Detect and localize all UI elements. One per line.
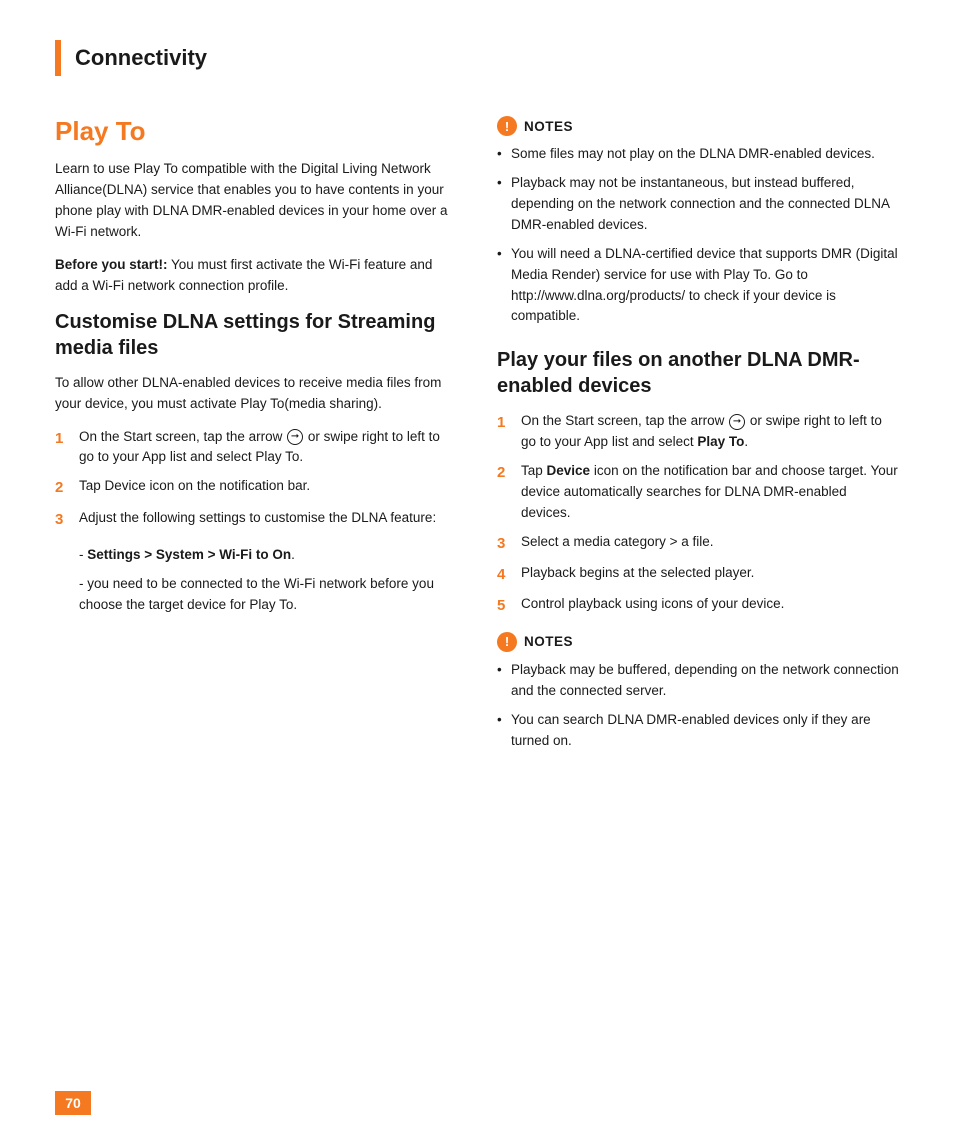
note-1-item-2: Playback may not be instantaneous, but i… [497,173,899,236]
play-step-3-text: Select a media category > a file. [521,532,713,555]
arrow-circle-icon-2: ➞ [729,414,745,430]
play-to-title: Play To [55,116,457,147]
play-to-bold: Play To [697,434,744,449]
step-1-text: On the Start screen, tap the arrow ➞ or … [79,427,457,469]
page-number: 70 [55,1091,91,1115]
step-2-text: Tap Device icon on the notification bar. [79,476,310,499]
play-step-4-text: Playback begins at the selected player. [521,563,754,586]
notes-label-1: NOTES [524,119,573,134]
device-bold: Device [547,463,591,478]
customise-intro: To allow other DLNA-enabled devices to r… [55,373,457,415]
columns: Play To Learn to use Play To compatible … [55,116,899,771]
step-3-text: Adjust the following settings to customi… [79,508,436,531]
header: Connectivity [55,40,899,76]
note-2-item-2: You can search DLNA DMR-enabled devices … [497,710,899,752]
notes-label-2: NOTES [524,634,573,649]
play-step-2: 2 Tap Device icon on the notification ba… [497,461,899,524]
sub-step-1: - Settings > System > Wi-Fi to On. [79,545,457,566]
right-column: ! NOTES Some files may not play on the D… [497,116,899,771]
step-3: 3 Adjust the following settings to custo… [55,508,457,531]
note-1-item-3: You will need a DLNA-certified device th… [497,244,899,328]
sub-steps-list: - Settings > System > Wi-Fi to On. - you… [79,545,457,616]
sub-step-1-bold: Settings > System > Wi-Fi to On [87,547,291,562]
step-2-num: 2 [55,476,71,499]
play-step-5-num: 5 [497,594,513,617]
play-step-3-num: 3 [497,532,513,555]
notes-box-1: ! NOTES Some files may not play on the D… [497,116,899,327]
notes-list-2: Playback may be buffered, depending on t… [497,660,899,752]
play-step-4: 4 Playback begins at the selected player… [497,563,899,586]
play-step-3: 3 Select a media category > a file. [497,532,899,555]
intro-text: Learn to use Play To compatible with the… [55,159,457,243]
play-step-2-num: 2 [497,461,513,524]
notes-icon-2: ! [497,632,517,652]
step-3-num: 3 [55,508,71,531]
play-step-5-text: Control playback using icons of your dev… [521,594,784,617]
header-bar [55,40,61,76]
notes-icon-1: ! [497,116,517,136]
play-files-title: Play your files on another DLNA DMR-enab… [497,347,899,399]
step-1: 1 On the Start screen, tap the arrow ➞ o… [55,427,457,469]
note-2-item-1: Playback may be buffered, depending on t… [497,660,899,702]
play-step-1-text: On the Start screen, tap the arrow ➞ or … [521,411,899,453]
arrow-circle-icon: ➞ [287,429,303,445]
step-1-num: 1 [55,427,71,469]
sub-step-2: - you need to be connected to the Wi-Fi … [79,574,457,616]
before-start-label: Before you start!: [55,257,168,272]
play-step-1: 1 On the Start screen, tap the arrow ➞ o… [497,411,899,453]
steps-list: 1 On the Start screen, tap the arrow ➞ o… [55,427,457,531]
play-step-1-num: 1 [497,411,513,453]
page-container: Connectivity Play To Learn to use Play T… [0,0,954,1145]
play-step-4-num: 4 [497,563,513,586]
customise-title: Customise DLNA settings for Streaming me… [55,309,457,361]
header-title: Connectivity [75,45,207,71]
step-2: 2 Tap Device icon on the notification ba… [55,476,457,499]
notes-header-1: ! NOTES [497,116,899,136]
notes-list-1: Some files may not play on the DLNA DMR-… [497,144,899,327]
play-step-2-text: Tap Device icon on the notification bar … [521,461,899,524]
notes-header-2: ! NOTES [497,632,899,652]
before-start-text: Before you start!: You must first activa… [55,255,457,297]
notes-box-2: ! NOTES Playback may be buffered, depend… [497,632,899,752]
left-column: Play To Learn to use Play To compatible … [55,116,457,771]
play-steps-list: 1 On the Start screen, tap the arrow ➞ o… [497,411,899,617]
note-1-item-1: Some files may not play on the DLNA DMR-… [497,144,899,165]
play-step-5: 5 Control playback using icons of your d… [497,594,899,617]
